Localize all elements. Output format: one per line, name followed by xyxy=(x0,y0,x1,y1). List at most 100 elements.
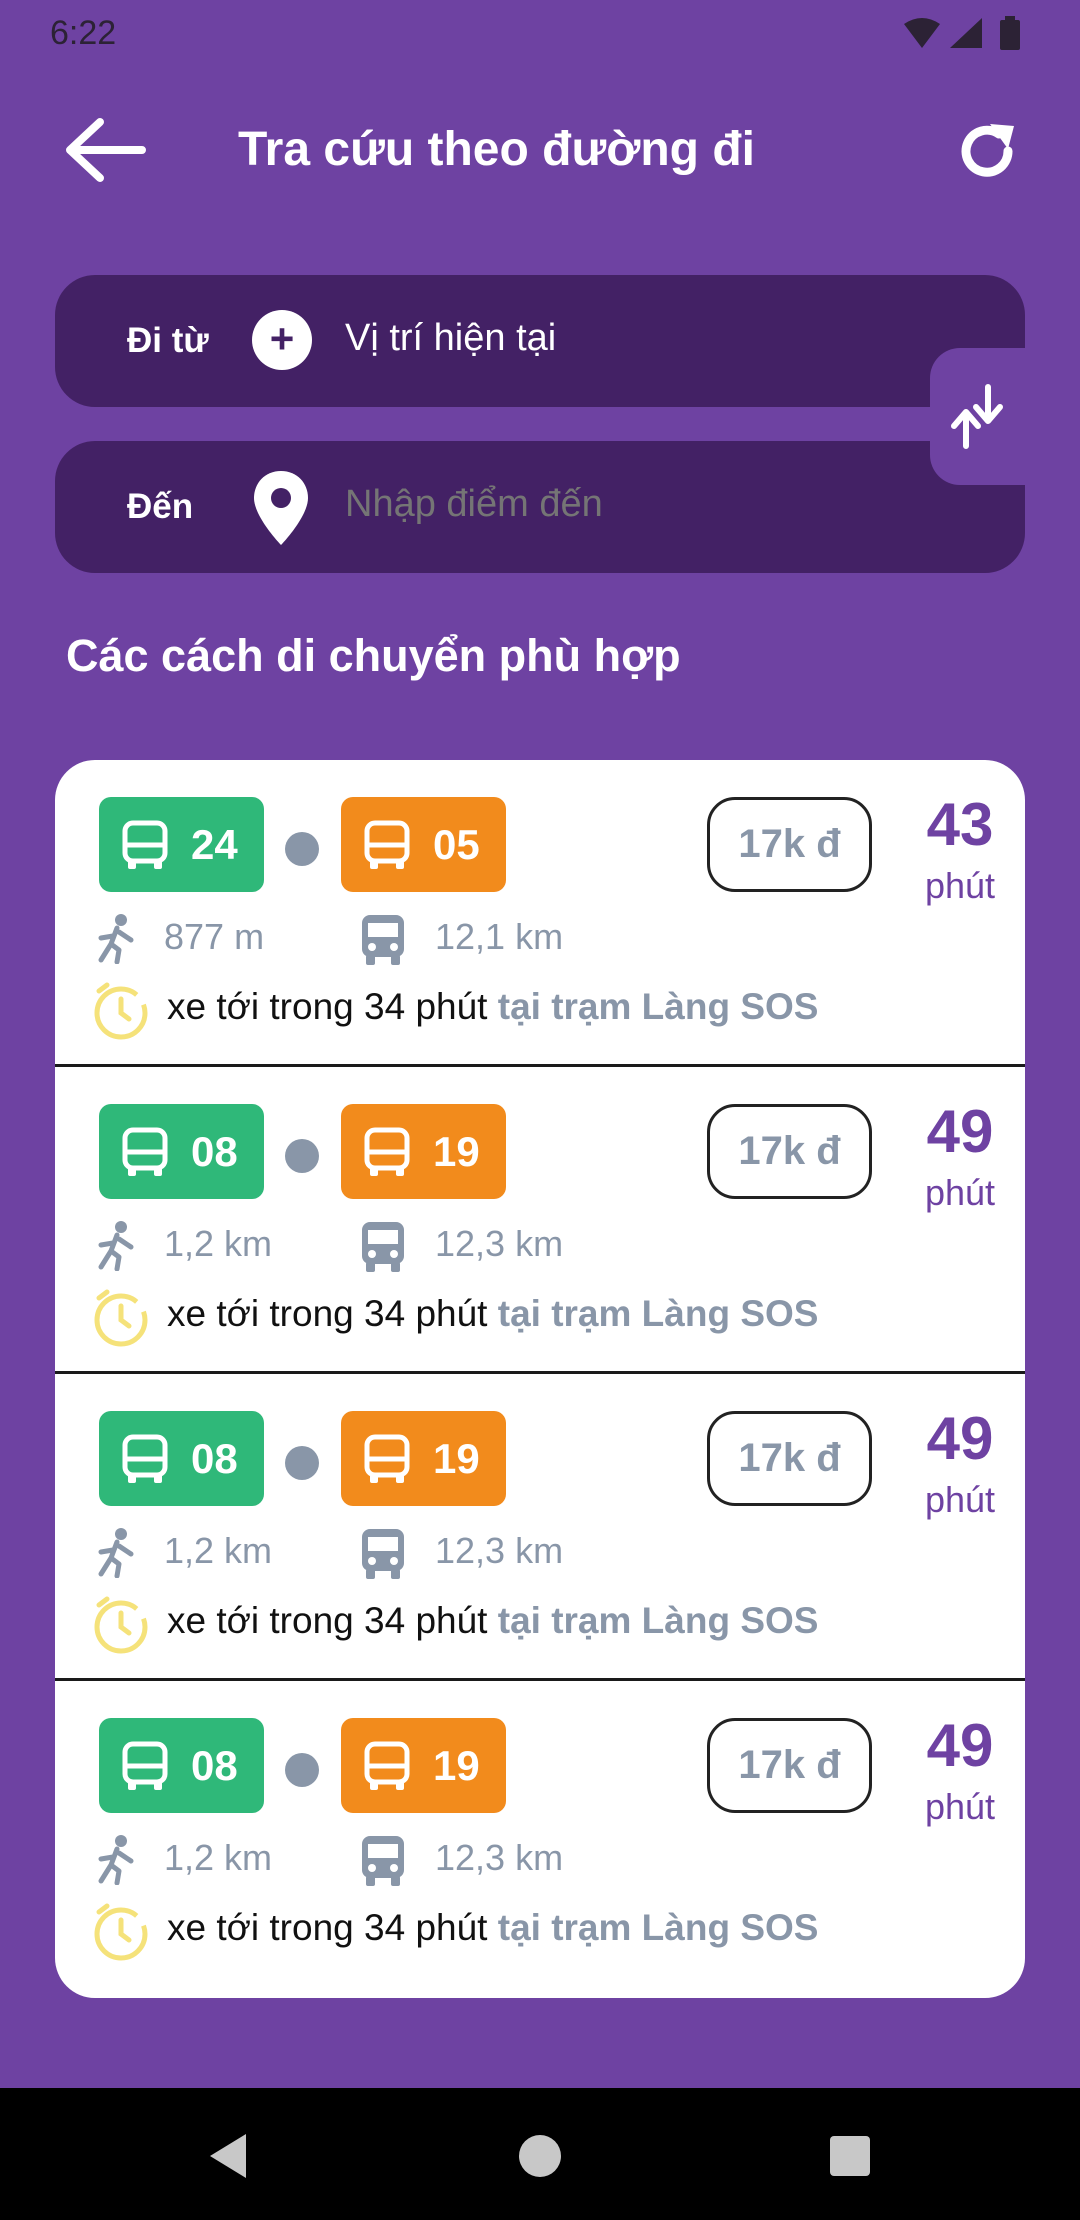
bus-distance: 12,3 km xyxy=(435,1223,564,1264)
bus-icon xyxy=(364,1741,410,1790)
nav-home-button[interactable] xyxy=(512,2128,568,2184)
walking-icon xyxy=(98,914,134,964)
bus-icon xyxy=(362,1222,404,1272)
route-number-first: 24 xyxy=(191,821,238,868)
back-button[interactable] xyxy=(60,110,150,190)
origin-field[interactable]: Đi từ + xyxy=(55,275,1025,407)
duration-unit: phút xyxy=(924,1172,996,1213)
arrival-info: xe tới trong 34 phút tại trạm Làng SOS xyxy=(167,1600,818,1642)
signal-icon xyxy=(950,18,982,48)
app-bar: Tra cứu theo đường đi xyxy=(0,100,1080,210)
bus-icon xyxy=(364,820,410,869)
destination-label: Đến xyxy=(127,487,194,526)
arrival-stop: tại trạm Làng SOS xyxy=(497,1600,819,1641)
route-option[interactable]: 08 19 17k đ 49 phút 1,2 km 12,3 km xe tớ… xyxy=(55,1067,1025,1374)
walking-icon xyxy=(98,1528,134,1578)
swap-button[interactable] xyxy=(930,348,1025,485)
bus-distance: 12,3 km xyxy=(435,1837,564,1878)
refresh-icon xyxy=(961,124,1014,177)
arrival-time: xe tới trong 34 phút xyxy=(167,1293,488,1334)
route-badge-second: 19 xyxy=(341,1718,506,1813)
bus-icon xyxy=(364,1434,410,1483)
walk-distance: 877 m xyxy=(164,916,265,957)
price-tag: 17k đ xyxy=(707,1718,872,1813)
route-badge-second: 19 xyxy=(341,1411,506,1506)
walking-icon xyxy=(98,1221,134,1271)
clock-icon xyxy=(94,1289,148,1347)
bus-icon xyxy=(362,1529,404,1579)
clock-icon xyxy=(94,1903,148,1961)
bus-icon xyxy=(122,1434,168,1483)
bus-icon xyxy=(122,820,168,869)
battery-icon xyxy=(1000,16,1020,50)
results-list: 24 05 17k đ 43 phút 877 m 12,1 km xe tới… xyxy=(55,760,1025,1998)
route-number-first: 08 xyxy=(191,1742,238,1789)
wifi-icon xyxy=(904,18,940,48)
arrival-info: xe tới trong 34 phút tại trạm Làng SOS xyxy=(167,1907,818,1949)
bus-icon xyxy=(364,1127,410,1176)
price-tag: 17k đ xyxy=(707,797,872,892)
origin-input[interactable] xyxy=(345,317,945,360)
route-number-second: 19 xyxy=(433,1435,480,1482)
route-number-second: 05 xyxy=(433,821,480,868)
walking-icon xyxy=(98,1835,134,1885)
arrival-info: xe tới trong 34 phút tại trạm Làng SOS xyxy=(167,1293,818,1335)
nav-recents-button[interactable] xyxy=(822,2128,878,2184)
bus-distance: 12,3 km xyxy=(435,1530,564,1571)
bus-distance: 12,1 km xyxy=(435,916,564,957)
route-option[interactable]: 08 19 17k đ 49 phút 1,2 km 12,3 km xe tớ… xyxy=(55,1374,1025,1681)
duration-value: 49 xyxy=(926,1405,994,1472)
duration-value: 49 xyxy=(926,1712,994,1779)
arrival-stop: tại trạm Làng SOS xyxy=(497,1907,819,1948)
walk-distance: 1,2 km xyxy=(164,1530,273,1571)
walk-distance: 1,2 km xyxy=(164,1223,273,1264)
duration-unit: phút xyxy=(924,1786,996,1827)
route-number-first: 08 xyxy=(191,1435,238,1482)
status-icons xyxy=(902,16,1032,57)
route-option[interactable]: 24 05 17k đ 43 phút 877 m 12,1 km xe tới… xyxy=(55,760,1025,1067)
route-option[interactable]: 08 19 17k đ 49 phút 1,2 km 12,3 km xe tớ… xyxy=(55,1681,1025,1988)
arrival-time: xe tới trong 34 phút xyxy=(167,986,488,1027)
route-badge-second: 05 xyxy=(341,797,506,892)
arrival-time: xe tới trong 34 phút xyxy=(167,1600,488,1641)
duration-unit: phút xyxy=(924,1479,996,1520)
status-bar: 6:22 xyxy=(0,0,1080,66)
bus-icon xyxy=(122,1127,168,1176)
route-number-second: 19 xyxy=(433,1128,480,1175)
route-number-first: 08 xyxy=(191,1128,238,1175)
route-badge-first: 24 xyxy=(99,797,264,892)
nav-home-icon xyxy=(519,2135,561,2177)
route-separator-dot xyxy=(285,1446,319,1480)
back-arrow-icon xyxy=(66,118,146,182)
bus-icon xyxy=(362,915,404,965)
nav-back-button[interactable] xyxy=(200,2128,256,2184)
route-separator-dot xyxy=(285,1139,319,1173)
destination-input[interactable] xyxy=(345,483,945,526)
bus-icon xyxy=(362,1836,404,1886)
add-location-icon: + xyxy=(252,310,312,370)
clock-icon xyxy=(94,1596,148,1654)
destination-field[interactable]: Đến xyxy=(55,441,1025,573)
system-nav-bar xyxy=(0,2088,1080,2220)
route-badge-first: 08 xyxy=(99,1104,264,1199)
route-badge-second: 19 xyxy=(341,1104,506,1199)
bus-icon xyxy=(122,1741,168,1790)
refresh-button[interactable] xyxy=(952,116,1022,186)
price-tag: 17k đ xyxy=(707,1411,872,1506)
duration-unit: phút xyxy=(924,865,996,906)
nav-back-icon xyxy=(210,2134,246,2178)
page-title: Tra cứu theo đường đi xyxy=(238,123,755,176)
status-time: 6:22 xyxy=(50,14,117,52)
arrival-time: xe tới trong 34 phút xyxy=(167,1907,488,1948)
route-number-second: 19 xyxy=(433,1742,480,1789)
walk-distance: 1,2 km xyxy=(164,1837,273,1878)
section-title: Các cách di chuyển phù hợp xyxy=(66,630,681,681)
map-pin-icon xyxy=(254,471,308,545)
route-separator-dot xyxy=(285,1753,319,1787)
route-badge-first: 08 xyxy=(99,1718,264,1813)
arrival-stop: tại trạm Làng SOS xyxy=(497,986,819,1027)
clock-icon xyxy=(94,982,148,1040)
arrival-info: xe tới trong 34 phút tại trạm Làng SOS xyxy=(167,986,818,1028)
swap-arrows-icon xyxy=(951,384,1003,449)
price-tag: 17k đ xyxy=(707,1104,872,1199)
